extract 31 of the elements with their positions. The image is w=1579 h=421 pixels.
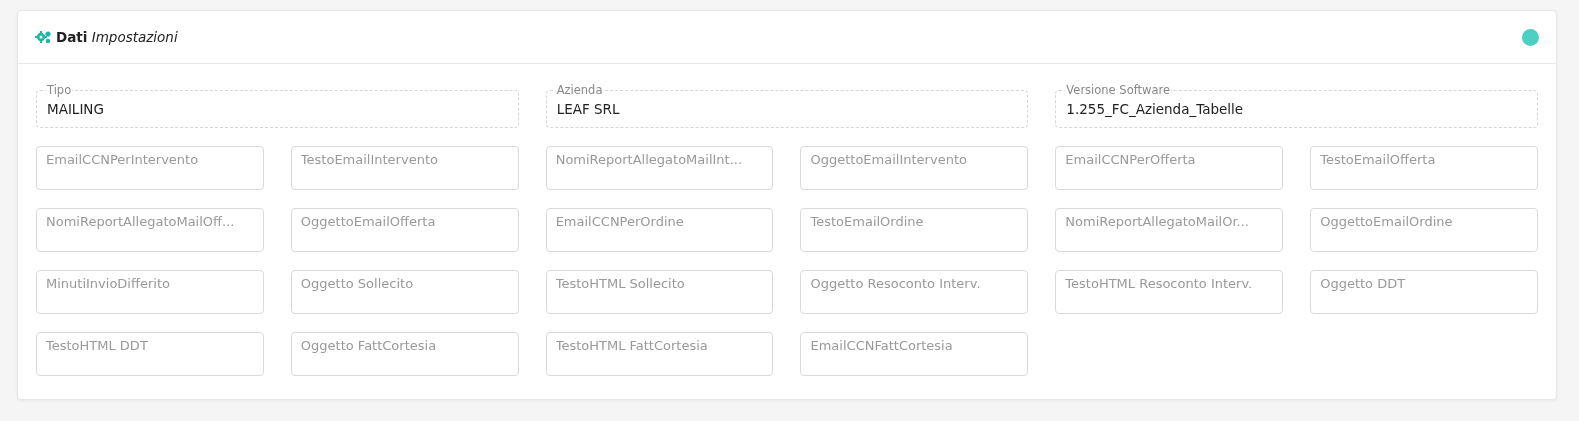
field-value: MAILING	[47, 100, 105, 119]
input-field[interactable]: TestoEmailOfferta	[1310, 146, 1538, 190]
input-field[interactable]: NomiReportAllegatoMailOr...	[1055, 208, 1284, 252]
gears-icon	[35, 30, 52, 44]
input-field[interactable]: NomiReportAllegatoMailOff...	[36, 208, 264, 252]
input-field[interactable]: OggettoEmailOfferta	[290, 208, 519, 252]
input-field[interactable]: EmailCCNPerOrdine	[545, 208, 774, 252]
field-value: 1.255_FC_Azienda_Tabelle	[1066, 100, 1245, 119]
input-field[interactable]: TestoHTML DDT	[36, 332, 264, 376]
input-field[interactable]: NomiReportAllegatoMailInt...	[545, 146, 774, 190]
input-field[interactable]: Oggetto DDT	[1310, 270, 1538, 314]
input-field[interactable]: Oggetto FattCortesia	[290, 332, 519, 376]
input-field[interactable]: TestoHTML FattCortesia	[545, 332, 774, 376]
input-field[interactable]: TestoEmailOrdine	[800, 208, 1029, 252]
input-field[interactable]: EmailCCNPerIntervento	[36, 146, 264, 190]
input-field[interactable]: MinutiInvioDifferito	[36, 270, 264, 314]
input-field[interactable]: EmailCCNFattCortesia	[800, 332, 1029, 376]
input-field[interactable]: EmailCCNPerOfferta	[1055, 146, 1284, 190]
input-field[interactable]: Oggetto Resoconto Interv.	[800, 270, 1029, 314]
input-field[interactable]: OggettoEmailOrdine	[1310, 208, 1538, 252]
field-value: LEAF SRL	[556, 100, 621, 119]
input-field[interactable]: TestoHTML Sollecito	[545, 270, 774, 314]
card-title: Dati Impostazioni	[56, 27, 178, 47]
field-label: Azienda	[555, 84, 604, 97]
input-field[interactable]: OggettoEmailIntervento	[800, 146, 1029, 190]
status-dot	[1522, 28, 1539, 46]
field-label: Tipo	[46, 84, 73, 97]
input-field[interactable]: TestoHTML Resoconto Interv.	[1055, 270, 1284, 314]
input-field[interactable]: Oggetto Sollecito	[290, 270, 519, 314]
input-field[interactable]: TestoEmailIntervento	[290, 146, 519, 190]
field-label: Versione Software	[1065, 84, 1172, 97]
